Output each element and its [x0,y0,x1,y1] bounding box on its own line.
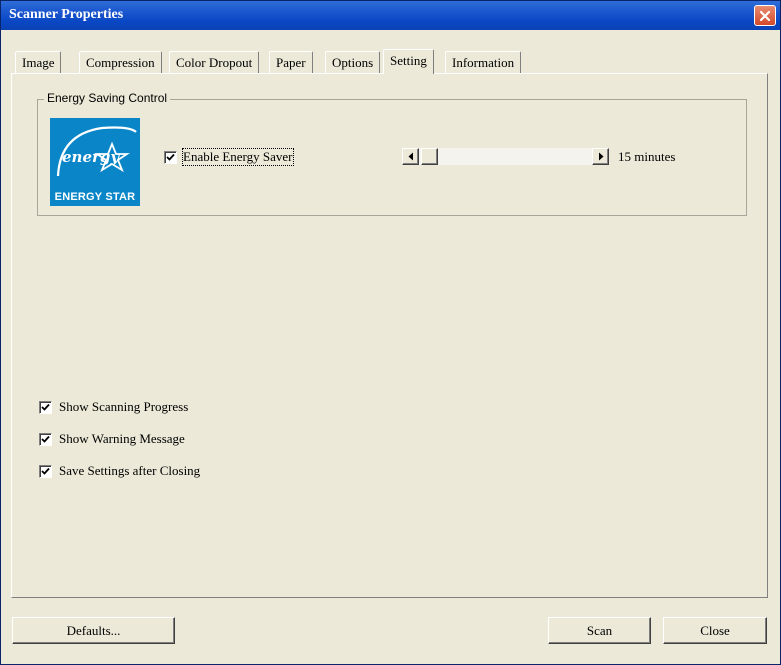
window-close-button[interactable] [754,5,776,26]
scan-button[interactable]: Scan [548,617,651,644]
checkmark-icon [166,153,175,161]
tab-information[interactable]: Information [445,51,522,73]
save-settings-after-closing-checkbox[interactable] [39,465,52,478]
checkmark-icon [41,403,50,411]
energy-group-label: Energy Saving Control [44,91,171,105]
tab-paper[interactable]: Paper [269,51,313,73]
show-warning-message-label[interactable]: Show Warning Message [59,431,185,447]
arrow-left-icon [408,152,413,161]
tab-compression[interactable]: Compression [79,51,162,73]
energy-delay-slider[interactable] [402,148,609,165]
slider-right-button[interactable] [592,148,609,165]
energy-star-icon: energy [56,126,137,177]
show-warning-message-checkbox[interactable] [39,433,52,446]
enable-energy-saver-label[interactable]: Enable Energy Saver [182,148,294,166]
close-button[interactable]: Close [663,617,767,644]
tab-options[interactable]: Options [325,51,381,73]
close-icon [759,10,771,21]
tab-image[interactable]: Image [15,51,62,73]
arrow-right-icon [599,152,604,161]
tab-strip: Image Compression Color Dropout Paper Op… [15,49,765,74]
energy-logo-script: energy [62,148,120,166]
checkmark-icon [41,467,50,475]
tab-setting[interactable]: Setting [383,49,434,74]
save-settings-after-closing-label[interactable]: Save Settings after Closing [59,463,200,479]
show-scanning-progress-checkbox[interactable] [39,401,52,414]
defaults-button[interactable]: Defaults... [12,617,175,644]
energy-saving-group: Energy Saving Control energy ENERGY STAR… [37,91,747,216]
checkmark-icon [41,435,50,443]
title-bar[interactable]: Scanner Properties [1,1,780,30]
enable-energy-saver-checkbox[interactable] [164,151,177,164]
energy-star-text: ENERGY STAR [54,191,136,203]
window-title: Scanner Properties [9,7,124,22]
slider-thumb[interactable] [421,148,438,165]
show-scanning-progress-label[interactable]: Show Scanning Progress [59,399,188,415]
scanner-properties-window: Scanner Properties Image Compression Col… [0,0,781,665]
energy-star-logo: energy ENERGY STAR [50,118,140,206]
slider-left-button[interactable] [402,148,419,165]
setting-panel: Energy Saving Control energy ENERGY STAR… [11,73,768,598]
tab-color-dropout[interactable]: Color Dropout [169,51,260,73]
energy-delay-value: 15 minutes [618,149,676,164]
